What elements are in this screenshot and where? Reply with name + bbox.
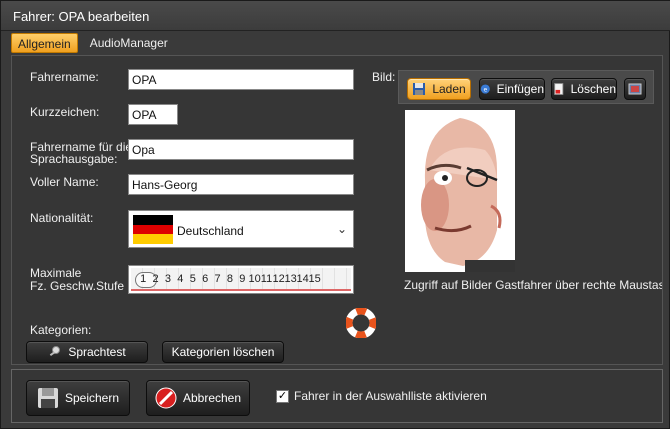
speed-tick-13[interactable]: 13 — [285, 273, 297, 285]
speed-stage-slider[interactable]: 1 2 3 4 5 6 7 8 9 10 11 12 13 14 15 — [128, 265, 354, 294]
tab-bar: Allgemein AudioManager — [11, 33, 174, 53]
floppy-disk-icon — [413, 83, 426, 95]
microphone-icon — [50, 346, 61, 356]
speed-tick-11[interactable]: 11 — [261, 273, 273, 285]
driver-edit-window: Fahrer: OPA bearbeiten Allgemein AudioMa… — [0, 0, 670, 429]
speed-tick-6[interactable]: 6 — [199, 273, 211, 285]
fahrername-label: Fahrername: — [30, 70, 99, 84]
loeschen-button[interactable]: Löschen — [551, 78, 617, 100]
window-title: Fahrer: OPA bearbeiten — [1, 1, 670, 31]
speed-tick-8[interactable]: 8 — [224, 273, 236, 285]
speed-tick-labels: 1 2 3 4 5 6 7 8 9 10 11 12 13 14 15 — [137, 273, 321, 285]
kurzzeichen-label: Kurzzeichen: — [30, 105, 100, 119]
einfuegen-label: Einfügen — [496, 82, 544, 96]
germany-flag-icon — [133, 215, 173, 244]
sprachausgabe-input[interactable]: Opa — [128, 139, 354, 160]
kategorien-loeschen-label: Kategorien löschen — [171, 345, 275, 359]
speed-tick-2[interactable]: 2 — [149, 273, 161, 285]
fahrername-input[interactable]: OPA — [128, 69, 354, 90]
kategorien-label: Kategorien: — [30, 323, 92, 337]
svg-text:e: e — [483, 86, 487, 93]
image-hint-text: Zugriff auf Bilder Gastfahrer über recht… — [404, 278, 662, 292]
abbrechen-button[interactable]: Abbrechen — [146, 380, 250, 416]
laden-button[interactable]: Laden — [407, 78, 471, 100]
voller-name-label: Voller Name: — [30, 175, 99, 189]
speed-tick-14[interactable]: 14 — [297, 273, 309, 285]
abbrechen-label: Abbrechen — [182, 391, 242, 405]
speed-tick-3[interactable]: 3 — [162, 273, 174, 285]
tab-audiomanager[interactable]: AudioManager — [84, 33, 174, 53]
einfuegen-button[interactable]: e Einfügen — [479, 78, 545, 100]
image-toolbar: Laden e Einfügen Löschen — [398, 70, 654, 104]
aktivieren-checkbox-label: Fahrer in der Auswahlliste aktivieren — [294, 389, 487, 403]
kategorien-loeschen-button[interactable]: Kategorien löschen — [162, 341, 284, 363]
speed-tick-9[interactable]: 9 — [236, 273, 248, 285]
bild-label: Bild: — [372, 70, 396, 84]
image-edit-button[interactable] — [624, 78, 646, 100]
paste-icon: e — [480, 84, 490, 94]
speed-tick-12[interactable]: 12 — [273, 273, 285, 285]
delete-document-icon — [554, 83, 564, 95]
cancel-icon — [155, 387, 177, 409]
aktivieren-checkbox[interactable]: ✓ — [276, 390, 289, 403]
tab-allgemein[interactable]: Allgemein — [11, 33, 78, 53]
speed-tick-7[interactable]: 7 — [211, 273, 223, 285]
nationalitaet-label: Nationalität: — [30, 211, 94, 225]
laden-label: Laden — [432, 82, 466, 96]
sprachtest-button[interactable]: Sprachtest — [26, 341, 148, 363]
sprachtest-label: Sprachtest — [68, 345, 126, 359]
general-panel: Fahrername: OPA Kurzzeichen: OPA Fahrern… — [11, 55, 663, 365]
speed-tick-5[interactable]: 5 — [187, 273, 199, 285]
save-disk-icon — [37, 388, 58, 408]
driver-caricature-image — [405, 110, 515, 272]
nationalitaet-value: Deutschland — [177, 224, 244, 238]
speichern-label: Speichern — [64, 391, 120, 405]
picture-icon — [628, 83, 642, 95]
speed-tick-15[interactable]: 15 — [309, 273, 321, 285]
footer-bar: Speichern Abbrechen ✓ Fahrer in der Ausw… — [11, 369, 663, 423]
voller-name-input[interactable]: Hans-Georg — [128, 174, 354, 195]
speed-label-line2: Fz. Geschw.Stufe — [30, 279, 125, 293]
sprachausgabe-label-line2: Sprachausgabe: — [30, 152, 118, 166]
speed-tick-4[interactable]: 4 — [174, 273, 186, 285]
lifebuoy-icon[interactable] — [346, 308, 376, 338]
driver-avatar-image[interactable] — [405, 110, 515, 272]
speichern-button[interactable]: Speichern — [26, 380, 130, 416]
speed-tick-1[interactable]: 1 — [137, 273, 149, 285]
kurzzeichen-input[interactable]: OPA — [128, 104, 178, 125]
nationalitaet-select[interactable]: Deutschland ⌄ — [128, 210, 354, 248]
speed-tick-10[interactable]: 10 — [249, 273, 261, 285]
chevron-down-icon: ⌄ — [336, 222, 347, 236]
loeschen-label: Löschen — [570, 82, 616, 96]
